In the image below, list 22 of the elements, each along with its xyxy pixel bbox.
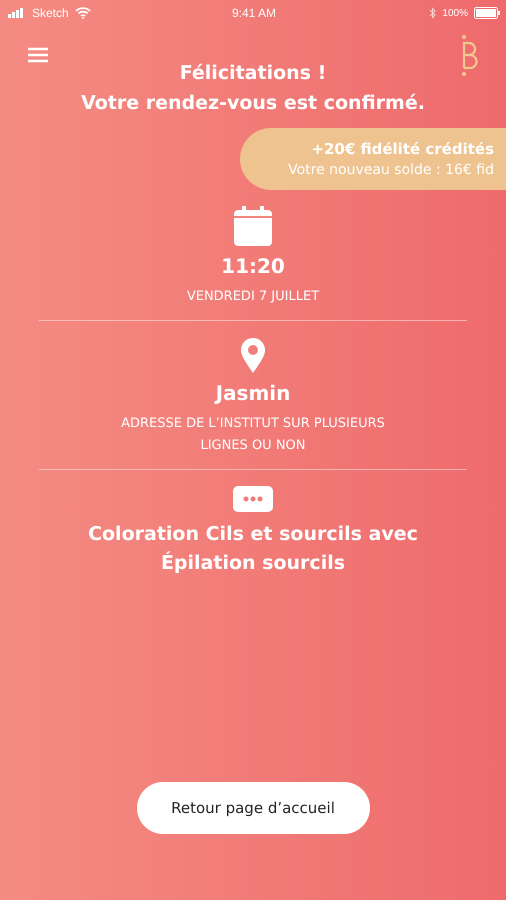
detail-subtitle: ADRESSE DE L’INSTITUT SUR PLUSIEURS LIGNES OU NON — [120, 415, 386, 456]
battery-icon — [474, 7, 500, 19]
detail-heading: Jasmin — [216, 381, 290, 406]
detail-subtitle: VENDREDI 7 JUILLET — [186, 288, 320, 306]
bluetooth-icon — [429, 7, 436, 19]
home-button[interactable]: Retour page d’accueil — [136, 782, 370, 834]
detail-heading: 11:20 — [221, 254, 285, 278]
battery-percent: 100% — [442, 8, 468, 18]
chat-bubble-icon — [233, 486, 273, 512]
status-time: 9:41 AM — [232, 6, 276, 20]
wifi-icon — [74, 7, 91, 19]
menu-icon[interactable] — [28, 47, 48, 63]
signal-icon — [8, 8, 26, 18]
loyalty-headline: +20€ fidélité crédités — [311, 140, 494, 158]
loyalty-balance: Votre nouveau solde : 16€ fid — [288, 162, 494, 178]
location-pin-icon — [240, 337, 266, 374]
calendar-icon — [234, 206, 272, 246]
detail-heading: Coloration Cils et sourcils avec Épilation sourcils — [88, 522, 418, 576]
confirmation-title: Votre rendez-vous est confirmé. — [81, 92, 425, 114]
logo-icon — [460, 34, 478, 78]
confirmation-title: Félicitations ! — [180, 62, 326, 84]
carrier-name: Sketch — [32, 6, 69, 20]
